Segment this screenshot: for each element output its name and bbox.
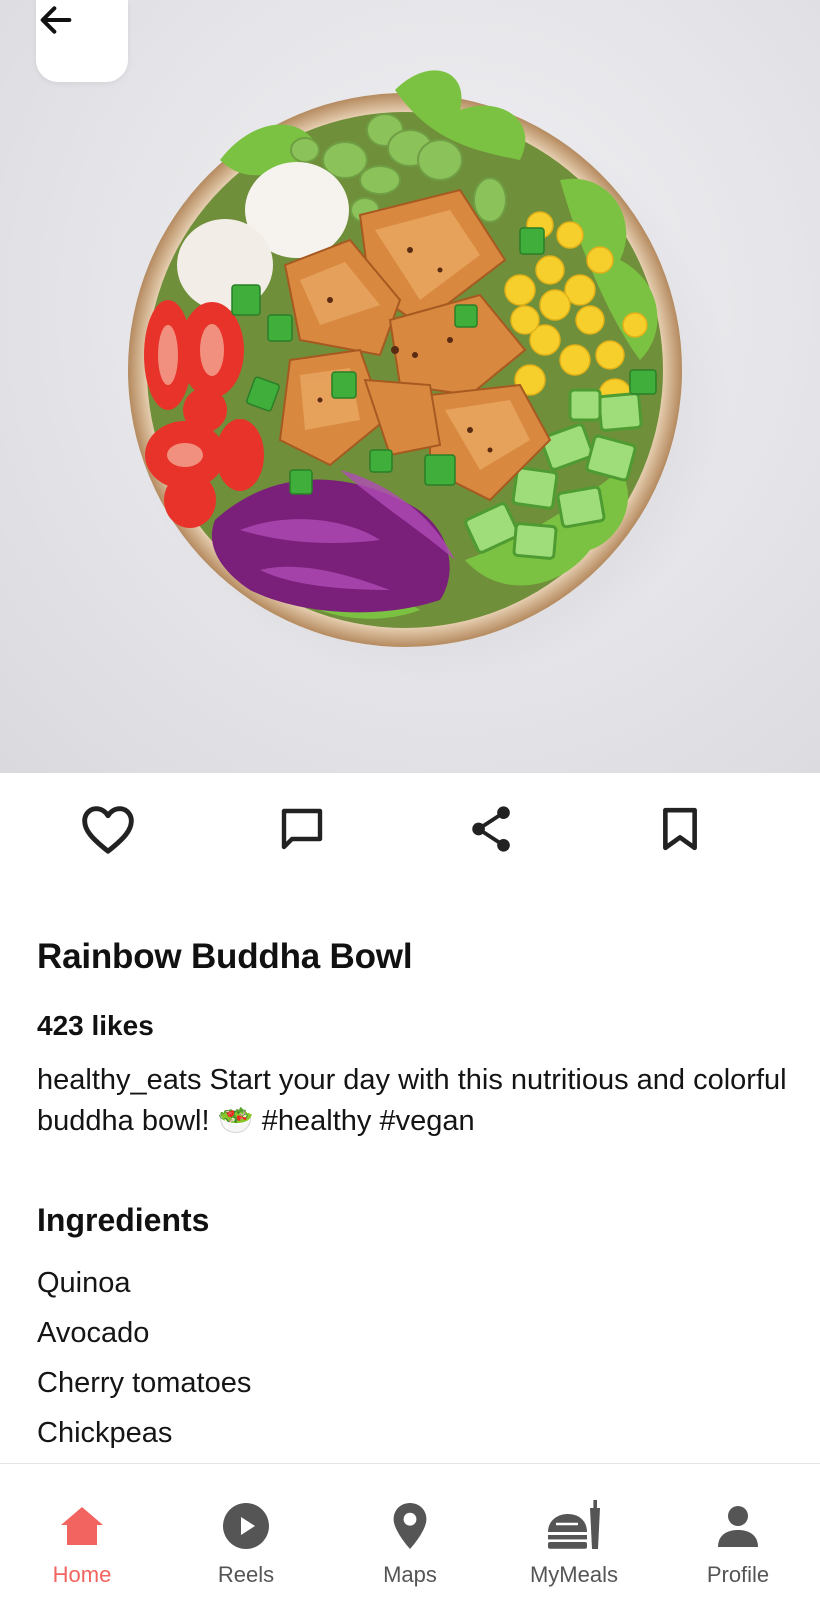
bookmark-outline-icon [660,806,700,857]
nav-profile[interactable]: Profile [658,1464,818,1600]
like-button[interactable] [78,803,138,859]
nav-reels[interactable]: Reels [166,1464,326,1600]
post-actions [0,773,820,885]
ingredient-item: Quinoa [37,1267,131,1299]
save-button[interactable] [650,803,710,859]
ingredient-item: Chickpeas [37,1417,173,1449]
meals-icon [546,1500,602,1552]
person-icon [716,1500,760,1552]
post-photo[interactable] [0,0,820,773]
caption-hashtags[interactable]: #healthy #vegan [262,1105,475,1137]
post-detail-screen: Rainbow Buddha Bowl 423 likes healthy_ea… [0,0,820,1600]
home-icon [58,1500,106,1552]
play-circle-icon [222,1500,270,1552]
nav-maps[interactable]: Maps [330,1464,490,1600]
back-button[interactable] [36,0,128,82]
ingredients-heading: Ingredients [37,1202,210,1238]
ingredient-item: Cherry tomatoes [37,1367,252,1399]
buddha-bowl-illustration [128,70,730,687]
nav-label-reels: Reels [217,1562,275,1587]
post-caption: healthy_eats Start your day with this nu… [37,1060,797,1142]
heart-outline-icon [80,803,136,860]
comment-button[interactable] [272,803,332,859]
post-title: Rainbow Buddha Bowl [37,937,413,976]
like-count[interactable]: 423 likes [37,1010,154,1042]
nav-label-maps: Maps [383,1562,437,1587]
share-button[interactable] [462,803,522,859]
caption-username[interactable]: healthy_eats [37,1064,201,1096]
bottom-navigation: Home Reels Maps MyMeals Profile [0,1463,820,1600]
ingredients-list: Quinoa Avocado Cherry tomatoes Chickpeas [37,1265,251,1465]
map-pin-icon [392,1500,428,1552]
nav-label-mymeals: MyMeals [529,1562,618,1587]
nav-mymeals[interactable]: MyMeals [494,1464,654,1600]
nav-label-home: Home [52,1562,112,1587]
nav-home[interactable]: Home [2,1464,162,1600]
comment-outline-icon [277,805,327,858]
nav-label-profile: Profile [706,1562,770,1587]
ingredient-item: Avocado [37,1317,150,1349]
salad-emoji-icon: 🥗 [217,1105,254,1137]
share-icon [469,804,515,859]
